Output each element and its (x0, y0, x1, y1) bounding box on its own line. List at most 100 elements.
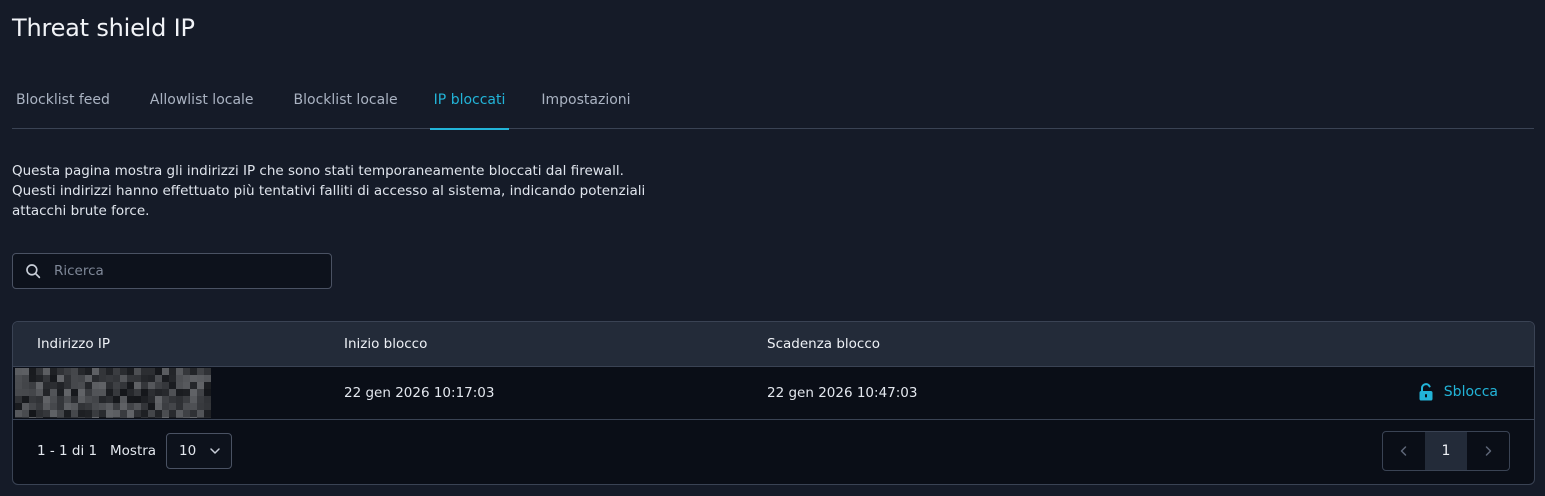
redaction-pixel (120, 403, 127, 410)
redaction-pixel (43, 396, 50, 403)
redaction-pixel (183, 375, 190, 382)
page-size-label: Mostra (110, 443, 157, 459)
redaction-pixel (134, 410, 141, 417)
redaction-pixel (50, 403, 57, 410)
redaction-pixel (50, 396, 57, 403)
redaction-pixel (113, 403, 120, 410)
redaction-pixel (204, 410, 211, 417)
redaction-pixel (141, 396, 148, 403)
redaction-pixel (43, 403, 50, 410)
redaction-pixel (92, 389, 99, 396)
redaction-pixel (141, 368, 148, 375)
tab-impostazioni[interactable]: Impostazioni (537, 80, 634, 129)
chevron-left-icon (1400, 446, 1407, 456)
search-box[interactable] (12, 253, 332, 289)
redaction-pixel (106, 396, 113, 403)
redaction-pixel (22, 389, 29, 396)
redaction-pixel (43, 417, 50, 418)
redaction-pixel (113, 410, 120, 417)
redaction-pixel (15, 403, 22, 410)
redaction-pixel (36, 403, 43, 410)
unblock-button[interactable]: Sblocca (1418, 383, 1498, 401)
redaction-pixel (134, 382, 141, 389)
redaction-pixel (197, 403, 204, 410)
next-page-button[interactable] (1467, 432, 1509, 470)
redaction-pixel (113, 389, 120, 396)
column-header-expiry[interactable]: Scadenza blocco (767, 336, 880, 352)
redaction-pixel (50, 368, 57, 375)
redaction-pixel (141, 417, 148, 418)
redaction-pixel (176, 368, 183, 375)
redaction-pixel (99, 410, 106, 417)
page-description: Questa pagina mostra gli indirizzi IP ch… (12, 161, 712, 221)
redaction-pixel (190, 389, 197, 396)
redaction-pixel (127, 389, 134, 396)
column-header-ip[interactable]: Indirizzo IP (37, 336, 110, 352)
tab-blocklist-locale[interactable]: Blocklist locale (290, 80, 402, 129)
redaction-pixel (15, 375, 22, 382)
redaction-pixel (43, 375, 50, 382)
chevron-down-icon (210, 448, 220, 454)
tab-ip-bloccati[interactable]: IP bloccati (429, 80, 510, 130)
redaction-pixel (127, 368, 134, 375)
redaction-pixel (176, 396, 183, 403)
tab-blocklist-feed[interactable]: Blocklist feed (12, 80, 114, 129)
redaction-pixel (106, 375, 113, 382)
block-start-cell: 22 gen 2026 10:17:03 (344, 385, 495, 401)
redaction-pixel (162, 389, 169, 396)
table-header: Indirizzo IP Inizio blocco Scadenza bloc… (13, 322, 1534, 367)
redaction-pixel (29, 368, 36, 375)
redaction-pixel (148, 368, 155, 375)
redaction-pixel (155, 396, 162, 403)
redaction-pixel (183, 389, 190, 396)
search-input[interactable] (52, 262, 322, 280)
redaction-pixel (148, 375, 155, 382)
table-footer: 1 - 1 di 1 Mostra 10 1 (13, 420, 1534, 484)
redaction-pixel (78, 368, 85, 375)
page-number-button[interactable]: 1 (1425, 432, 1467, 470)
redaction-pixel (204, 389, 211, 396)
redaction-pixel (92, 396, 99, 403)
redaction-pixel (57, 368, 64, 375)
column-header-start[interactable]: Inizio blocco (344, 336, 427, 352)
page-size-select[interactable]: 10 (166, 433, 232, 469)
redaction-pixel (85, 375, 92, 382)
redaction-pixel (78, 403, 85, 410)
redaction-pixel (169, 410, 176, 417)
redaction-pixel (155, 403, 162, 410)
redaction-pixel (78, 396, 85, 403)
redaction-pixel (64, 368, 71, 375)
description-line: Questi indirizzi hanno effettuato più te… (12, 183, 646, 199)
redaction-pixel (162, 382, 169, 389)
redaction-pixel (99, 382, 106, 389)
redaction-pixel (85, 389, 92, 396)
redaction-pixel (57, 403, 64, 410)
redaction-pixel (92, 375, 99, 382)
redaction-pixel (43, 368, 50, 375)
redaction-pixel (78, 417, 85, 418)
redaction-pixel (113, 368, 120, 375)
redaction-pixel (120, 396, 127, 403)
redaction-pixel (141, 382, 148, 389)
redaction-pixel (127, 403, 134, 410)
redaction-pixel (176, 417, 183, 418)
redaction-pixel (190, 382, 197, 389)
redaction-pixel (183, 368, 190, 375)
redaction-pixel (99, 417, 106, 418)
redaction-pixel (64, 410, 71, 417)
redaction-pixel (155, 417, 162, 418)
redaction-pixel (92, 417, 99, 418)
description-line: Questa pagina mostra gli indirizzi IP ch… (12, 163, 624, 179)
redaction-pixel (71, 403, 78, 410)
redacted-ip-address (15, 368, 211, 418)
tab-allowlist-locale[interactable]: Allowlist locale (146, 80, 258, 129)
redaction-pixel (71, 396, 78, 403)
previous-page-button[interactable] (1383, 432, 1425, 470)
redaction-pixel (64, 417, 71, 418)
redaction-pixel (141, 410, 148, 417)
page-title: Threat shield IP (12, 14, 195, 42)
redaction-pixel (162, 410, 169, 417)
page-size-value: 10 (179, 443, 197, 459)
redaction-pixel (64, 389, 71, 396)
redaction-pixel (134, 389, 141, 396)
